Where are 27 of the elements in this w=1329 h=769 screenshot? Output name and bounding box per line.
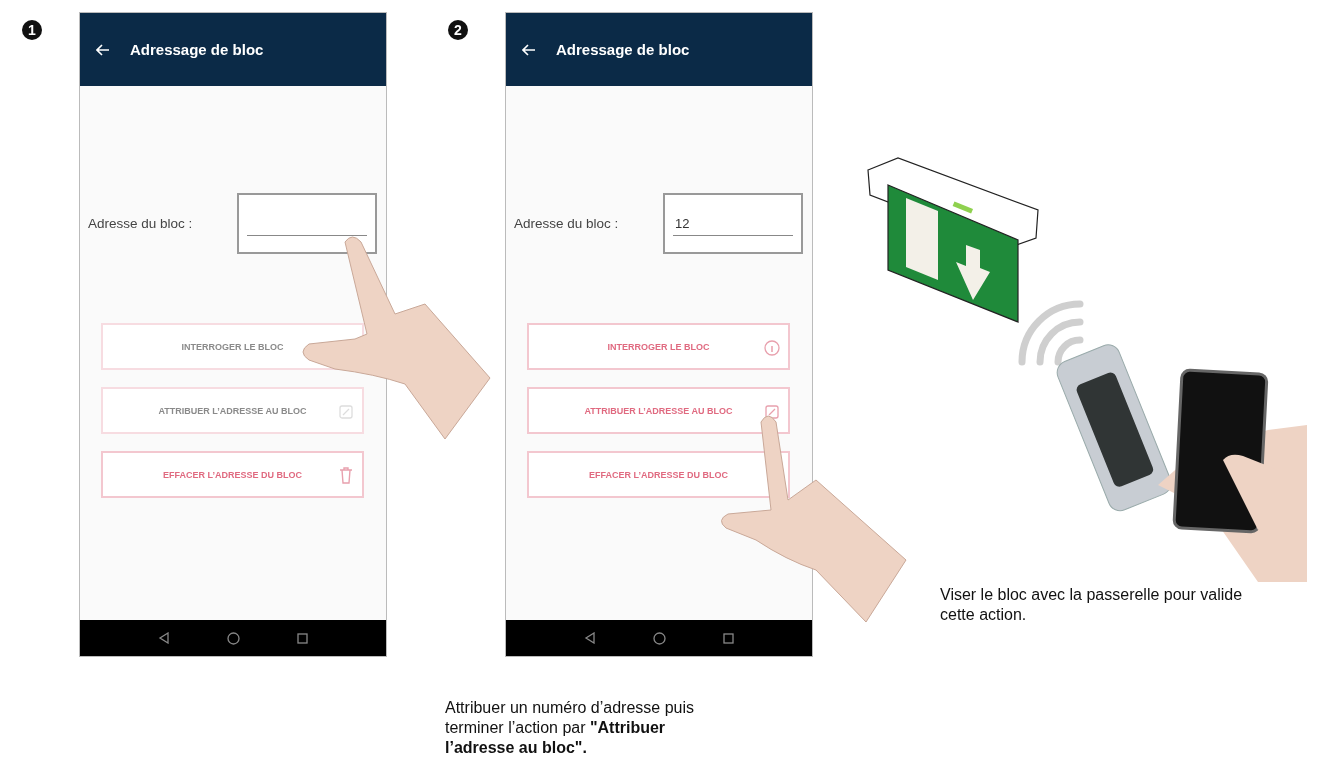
wireless-signal-icon [1018,300,1084,366]
action-button[interactable]: EFFACER L’ADRESSE DU BLOC [101,451,364,498]
back-arrow-icon[interactable] [96,43,110,56]
step-caption: Attribuer un numéro d’adresse puis terminer l’action par "Attribuer l’adresse au bloc". [445,698,696,758]
address-input-field[interactable]: 12 [673,211,793,236]
address-field[interactable]: 12 [663,193,803,254]
field-label: Adresse du bloc : [514,216,619,231]
trash-icon [338,467,354,485]
back-icon[interactable] [158,632,171,644]
illustration-caption: Viser le bloc avec la passerelle pour valide cette action. [940,585,1244,625]
info-icon [764,339,780,357]
home-icon[interactable] [653,631,666,645]
recents-icon[interactable] [722,632,734,644]
back-icon[interactable] [584,632,597,644]
screen-title: Adressage de bloc [130,41,264,58]
step-number: 2 [448,20,468,40]
address-field[interactable] [237,193,377,254]
action-button[interactable]: EFFACER L’ADRESSE DU BLOC [527,451,790,498]
field-label: Adresse du bloc : [88,216,193,231]
action-button[interactable]: ATTRIBUER L’ADRESSE AU BLOC [527,387,790,434]
screen-title: Adressage de bloc [556,41,690,58]
step-number: 1 [22,20,42,40]
recents-icon[interactable] [296,632,308,644]
back-arrow-icon[interactable] [522,43,536,56]
edit-icon [338,403,354,421]
action-button[interactable]: INTERROGER LE BLOC [527,323,790,370]
home-icon[interactable] [227,631,240,645]
